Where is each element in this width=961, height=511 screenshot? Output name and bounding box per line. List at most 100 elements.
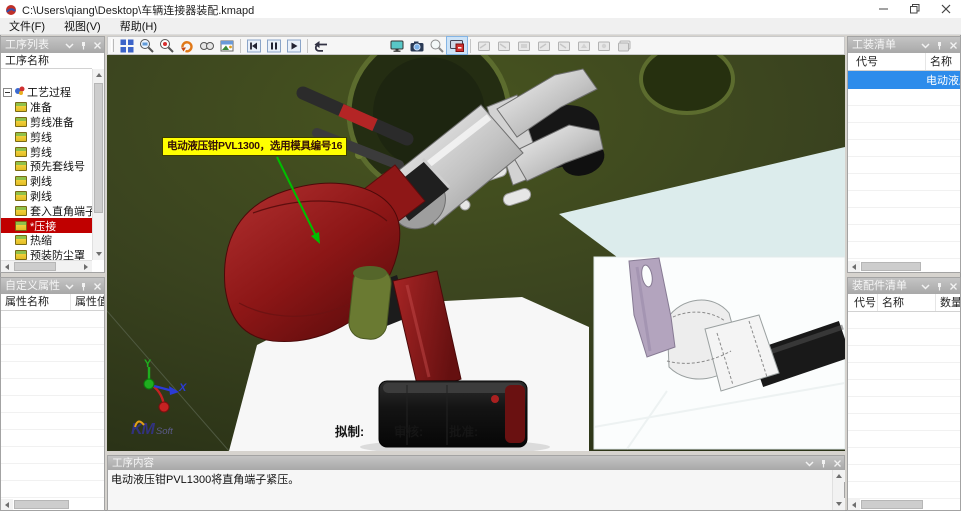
menu-bar: 文件(F) 视图(V) 帮助(H): [0, 18, 961, 35]
process-tree-item-selected[interactable]: *压接: [1, 218, 92, 233]
process-tree-item[interactable]: 剪线: [1, 129, 92, 144]
process-list-header: 工序名称: [1, 53, 92, 69]
tooling-list-panel: 工装清单 代号 名称 电动液压钳: [847, 36, 961, 273]
menu-help[interactable]: 帮助(H): [120, 18, 157, 34]
assembly-parts-title: 装配件清单: [852, 280, 907, 292]
panel-menu-icon[interactable]: [64, 281, 74, 291]
custom-properties-panel: 自定义属性 属性名称 属性值: [0, 277, 105, 511]
assembly-parts-titlebar[interactable]: 装配件清单: [848, 278, 960, 294]
disabled-tool-button: [474, 37, 494, 54]
close-button[interactable]: [930, 0, 961, 18]
application-window: C:\Users\qiang\Desktop\车辆连接器装配.kmapd 文件(…: [0, 0, 961, 511]
panel-menu-icon[interactable]: [920, 40, 930, 50]
assembly-header: 代号 名称 数量: [848, 294, 960, 312]
process-content-title: 工序内容: [112, 457, 154, 469]
step-backward-button[interactable]: [244, 37, 264, 54]
kmsoft-logo: KM Soft: [131, 421, 173, 439]
reset-view-button[interactable]: [311, 37, 331, 54]
disabled-tool-button: [554, 37, 574, 54]
custom-properties-titlebar[interactable]: 自定义属性: [1, 278, 104, 294]
pin-icon[interactable]: [934, 40, 944, 50]
menu-file[interactable]: 文件(F): [9, 18, 45, 34]
axis-y-label: Y: [144, 358, 151, 370]
zoom-window-button[interactable]: [137, 37, 157, 54]
signature-reviewed: 审核:: [394, 421, 423, 440]
disabled-tool-button: [514, 37, 534, 54]
process-tree-item[interactable]: 预装防尘罩: [1, 248, 92, 260]
disabled-tool-button: [534, 37, 554, 54]
process-step-icon: [15, 147, 27, 157]
tooling-empty-rows: [848, 89, 960, 259]
pin-icon[interactable]: [78, 281, 88, 291]
tree-horizontal-scrollbar[interactable]: [1, 260, 92, 272]
properties-empty-rows: [1, 311, 104, 498]
tooling-list-title: 工装清单: [852, 39, 896, 51]
annotation-label[interactable]: 电动液压钳PVL1300，选用模具编号16: [162, 137, 347, 156]
menu-view[interactable]: 视图(V): [64, 18, 101, 34]
process-root-icon: [14, 85, 25, 99]
pin-icon[interactable]: [934, 281, 944, 291]
close-icon[interactable]: [832, 458, 842, 468]
minimize-button[interactable]: [868, 0, 899, 18]
pause-button[interactable]: [264, 37, 284, 54]
process-step-icon: [15, 161, 27, 171]
green-connector-cylinder: [347, 265, 392, 341]
pin-icon[interactable]: [78, 40, 88, 50]
camera-snapshot-button[interactable]: [407, 37, 427, 54]
terminal-detail-inset: [594, 257, 845, 449]
annotation-display-button[interactable]: [447, 37, 467, 54]
content-vertical-scrollbar[interactable]: [832, 470, 844, 510]
close-icon[interactable]: [948, 281, 958, 291]
process-tree-item[interactable]: 套入直角端子: [1, 203, 92, 218]
disabled-tool-button: [494, 37, 514, 54]
collapse-icon[interactable]: [3, 88, 12, 97]
rotate-view-button[interactable]: [177, 37, 197, 54]
process-tree: 工艺过程 准备 剪线准备 剪线 剪线 预先套线号 剥线 剥线 套入直角端子 *压…: [1, 85, 92, 260]
tooling-list-titlebar[interactable]: 工装清单: [848, 37, 960, 53]
process-step-icon: [15, 117, 27, 127]
3d-viewport[interactable]: 电动液压钳PVL1300，选用模具编号16 拟制: 审核: 批准: X Y KM…: [107, 55, 845, 451]
process-tree-root[interactable]: 工艺过程: [1, 85, 92, 100]
process-step-icon: [15, 206, 27, 216]
process-content-panel: 工序内容 电动液压钳PVL1300将直角端子紧压。: [107, 455, 845, 511]
assembly-parts-panel: 装配件清单 代号 名称 数量: [847, 277, 961, 511]
close-icon[interactable]: [92, 281, 102, 291]
zoom-dynamic-button[interactable]: [157, 37, 177, 54]
pan-view-button[interactable]: [197, 37, 217, 54]
process-tree-item[interactable]: 准备: [1, 100, 92, 115]
zoom-region-button[interactable]: [427, 37, 447, 54]
toolbar-grip[interactable]: [111, 39, 114, 52]
process-content-titlebar[interactable]: 工序内容: [108, 456, 844, 470]
play-button[interactable]: [284, 37, 304, 54]
process-tree-item[interactable]: 剥线: [1, 189, 92, 204]
process-list-titlebar[interactable]: 工序列表: [1, 37, 104, 53]
restore-button[interactable]: [899, 0, 930, 18]
tooling-row-selected[interactable]: 电动液压钳: [848, 71, 960, 89]
close-icon[interactable]: [948, 40, 958, 50]
process-step-icon: [15, 235, 27, 245]
tree-vertical-scrollbar[interactable]: [92, 69, 104, 260]
panel-menu-icon[interactable]: [920, 281, 930, 291]
process-step-icon: [15, 191, 27, 201]
process-tree-item[interactable]: 剥线: [1, 174, 92, 189]
process-tree-item[interactable]: 剪线: [1, 144, 92, 159]
window-title: C:\Users\qiang\Desktop\车辆连接器装配.kmapd: [22, 2, 254, 18]
capture-image-button[interactable]: [217, 37, 237, 54]
process-list-title: 工序列表: [5, 39, 49, 51]
disabled-tool-button: [594, 37, 614, 54]
process-content-text: 电动液压钳PVL1300将直角端子紧压。: [111, 471, 299, 487]
3d-scene: [107, 55, 845, 451]
process-step-icon: [15, 132, 27, 142]
display-monitor-button[interactable]: [387, 37, 407, 54]
app-icon: [5, 3, 17, 15]
fit-view-button[interactable]: [117, 37, 137, 54]
panel-menu-icon[interactable]: [64, 40, 74, 50]
pin-icon[interactable]: [818, 458, 828, 468]
close-icon[interactable]: [92, 40, 102, 50]
window-titlebar: C:\Users\qiang\Desktop\车辆连接器装配.kmapd: [0, 0, 961, 18]
process-tree-item[interactable]: 热缩: [1, 233, 92, 248]
center-area: 电动液压钳PVL1300，选用模具编号16 拟制: 审核: 批准: X Y KM…: [107, 36, 845, 511]
panel-menu-icon[interactable]: [804, 458, 814, 468]
process-tree-item[interactable]: 剪线准备: [1, 115, 92, 130]
process-tree-item[interactable]: 预先套线号: [1, 159, 92, 174]
